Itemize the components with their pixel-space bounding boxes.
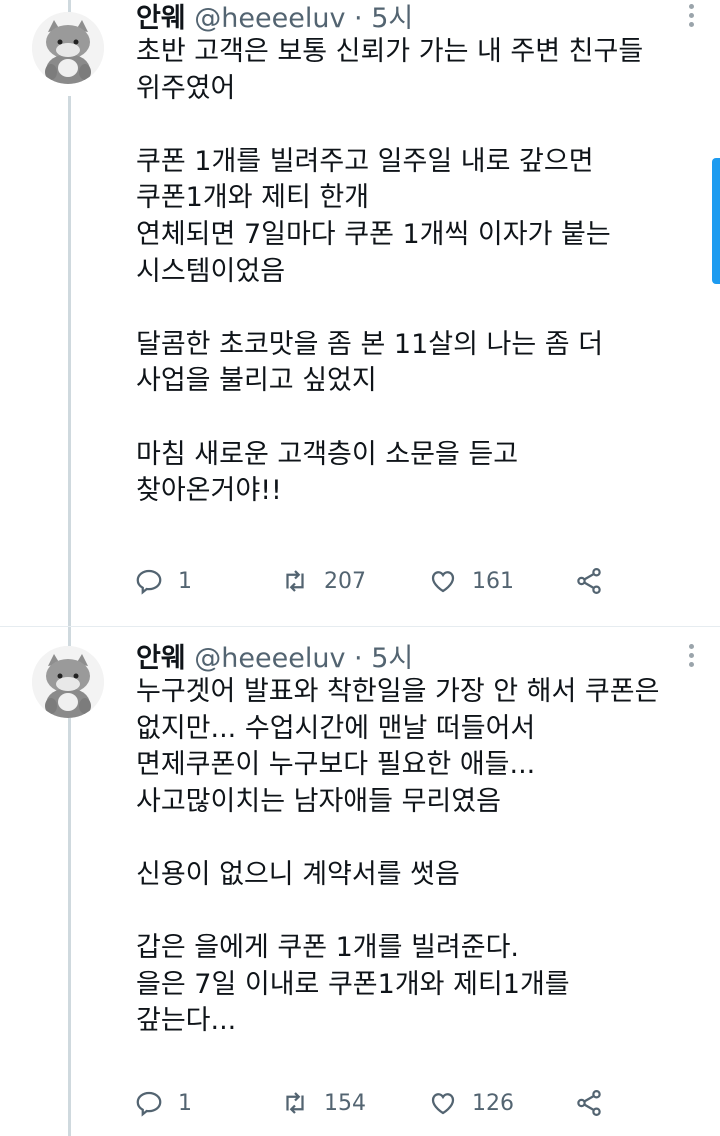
tweet-header: 안웨 @heeeeluv · 5시 — [136, 0, 413, 35]
more-icon[interactable] — [686, 4, 696, 31]
tweet-line: 갚는다... — [136, 1005, 237, 1037]
share-icon — [577, 568, 601, 594]
tweet-line: 위주였어 — [136, 72, 236, 104]
tweet-line: 찾아온거야!! — [136, 475, 282, 507]
user-handle[interactable]: @heeeeluv — [194, 3, 345, 34]
tweet-line — [136, 107, 696, 144]
tweet-line: 쿠폰1개와 제티 한개 — [136, 182, 370, 214]
tweet-line: 연체되면 7일마다 쿠폰 1개씩 이자가 붙는 — [136, 218, 611, 250]
reply-icon — [136, 1091, 162, 1117]
avatar[interactable] — [32, 646, 104, 718]
separator: · — [354, 3, 363, 34]
tweet-line: 누구겟어 발표와 착한일을 가장 안 해서 쿠폰은 — [136, 676, 660, 707]
retweet-count: 154 — [324, 1090, 366, 1116]
reply-icon — [136, 569, 162, 595]
avatar[interactable] — [32, 12, 104, 84]
tweet-line: 신용이 없으니 계약서를 썻음 — [136, 858, 460, 890]
like-count: 126 — [472, 1090, 514, 1116]
display-name[interactable]: 안웨 — [136, 3, 186, 34]
timestamp[interactable]: 5시 — [371, 643, 413, 674]
tweet-text: 누구겟어 발표와 착한일을 가장 안 해서 쿠폰은 없지만... 수업시간에 맨… — [136, 674, 696, 1040]
share-icon — [577, 1090, 601, 1116]
heart-icon — [431, 571, 455, 593]
tweet-line: 을은 7일 이내로 쿠폰1개와 제티1개를 — [136, 968, 570, 1000]
thread-connector — [68, 96, 71, 1136]
more-icon[interactable] — [686, 644, 696, 671]
tweet-line — [136, 820, 696, 857]
like-count: 161 — [472, 568, 514, 594]
tweet-actions: 1 207 161 — [134, 566, 604, 606]
retweet-button[interactable]: 207 — [280, 566, 366, 596]
avatar-image — [32, 646, 104, 718]
tweet-line: 초반 고객은 보통 신뢰가 가는 내 주변 친구들 — [136, 36, 644, 67]
tweet-line: 달콤한 초코맛을 좀 본 11살의 나는 좀 더 — [136, 328, 604, 360]
tweet-line: 사고많이치는 남자애들 무리였음 — [136, 785, 501, 817]
heart-icon — [431, 1093, 455, 1115]
tweet-header: 안웨 @heeeeluv · 5시 — [136, 636, 413, 675]
reply-button[interactable]: 1 — [134, 1088, 192, 1118]
like-button[interactable]: 126 — [428, 1088, 514, 1118]
tweet-actions: 1 154 126 — [134, 1088, 604, 1128]
separator: · — [354, 643, 363, 674]
retweet-count: 207 — [324, 568, 366, 594]
tweet-text: 초반 고객은 보통 신뢰가 가는 내 주변 친구들 위주였어 쿠폰 1개를 빌려… — [136, 34, 696, 510]
retweet-icon — [286, 1092, 304, 1114]
tweet-line: 마침 새로운 고객층이 소문을 듣고 — [136, 438, 519, 470]
tweet-line: 쿠폰 1개를 빌려주고 일주일 내로 갚으면 — [136, 145, 594, 177]
tweet-line: 시스템이었음 — [136, 255, 286, 287]
tweet-line: 없지만... 수업시간에 맨날 떠들어서 — [136, 712, 536, 744]
tweet-line — [136, 290, 696, 327]
reply-count: 1 — [178, 568, 192, 594]
tweet-line — [136, 894, 696, 931]
tweet-divider — [0, 626, 720, 627]
tweet-line: 사업을 불리고 싶었지 — [136, 365, 377, 397]
share-button[interactable] — [574, 566, 604, 596]
user-handle[interactable]: @heeeeluv — [194, 643, 345, 674]
retweet-icon — [286, 570, 304, 592]
tweet-line — [136, 400, 696, 437]
reply-count: 1 — [178, 1090, 192, 1116]
like-button[interactable]: 161 — [428, 566, 514, 596]
scroll-indicator[interactable] — [712, 158, 720, 284]
share-button[interactable] — [574, 1088, 604, 1118]
tweet-line: 면제쿠폰이 누구보다 필요한 애들... — [136, 749, 536, 781]
reply-button[interactable]: 1 — [134, 566, 192, 596]
tweet-line: 갑은 을에게 쿠폰 1개를 빌려준다. — [136, 932, 520, 964]
retweet-button[interactable]: 154 — [280, 1088, 366, 1118]
avatar-image — [32, 12, 104, 84]
timestamp[interactable]: 5시 — [371, 3, 413, 34]
display-name[interactable]: 안웨 — [136, 643, 186, 674]
